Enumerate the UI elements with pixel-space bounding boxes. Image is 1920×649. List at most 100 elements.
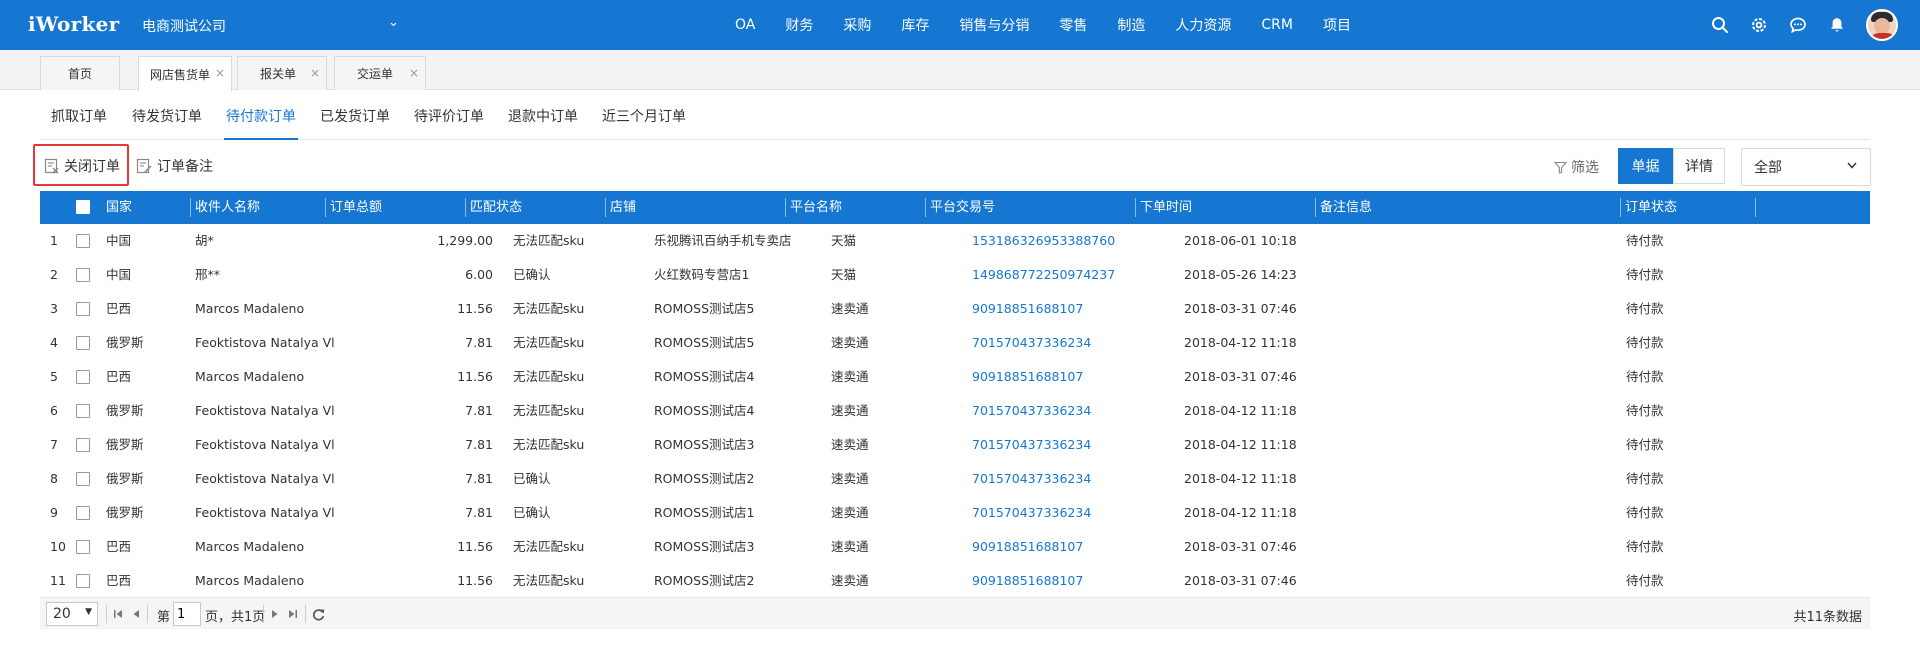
column-header[interactable]: 收件人名称 — [195, 191, 260, 224]
total-count-label: 共11条数据 — [1793, 610, 1862, 625]
column-header[interactable]: 订单状态 — [1625, 191, 1677, 224]
table-row[interactable]: 5 巴西 Marcos Madaleno 11.56 无法匹配sku ROMOSS测试店4… — [40, 360, 1870, 394]
platform-trade-no-cell[interactable]: 701570437336234 — [972, 394, 1172, 428]
sub-tab[interactable]: 抓取订单 — [51, 106, 107, 126]
next-page-icon[interactable] — [267, 606, 283, 622]
nav-item[interactable]: OA — [735, 17, 755, 33]
pager-divider — [305, 605, 306, 623]
table-row[interactable]: 9 俄罗斯 Feoktistova Natalya Vladimirov 7.81 已确… — [40, 496, 1870, 530]
current-page-input[interactable] — [173, 602, 201, 626]
order-total-cell: 7.81 — [465, 403, 493, 418]
sub-tab[interactable]: 待评价订单 — [414, 106, 484, 126]
filter-button[interactable]: 筛选 — [1554, 157, 1599, 177]
prev-page-icon[interactable] — [128, 606, 144, 622]
table-row[interactable]: 10 巴西 Marcos Madaleno 11.56 无法匹配sku ROMOSS测试店… — [40, 530, 1870, 564]
table-row[interactable]: 7 俄罗斯 Feoktistova Natalya Vladimirov 7.81 无法… — [40, 428, 1870, 462]
chevron-down-icon[interactable]: ⌄ — [388, 15, 399, 30]
recipient-cell: Feoktistova Natalya Vladimirov — [195, 437, 335, 452]
column-header[interactable]: 平台交易号 — [930, 191, 995, 224]
column-header[interactable]: 订单总额 — [330, 191, 382, 224]
nav-item[interactable]: 人力资源 — [1175, 15, 1231, 35]
table-row[interactable]: 3 巴西 Marcos Madaleno 11.56 无法匹配sku ROMOSS测试店5… — [40, 292, 1870, 326]
table-row[interactable]: 8 俄罗斯 Feoktistova Natalya Vladimirov 7.81 已确… — [40, 462, 1870, 496]
view-single-button[interactable]: 单据 — [1618, 148, 1673, 184]
table-row[interactable]: 4 俄罗斯 Feoktistova Natalya Vladimirov 7.81 无法… — [40, 326, 1870, 360]
country-cell: 俄罗斯 — [106, 437, 144, 452]
scope-select[interactable]: 全部 — [1741, 148, 1871, 186]
column-divider — [1755, 198, 1756, 217]
nav-item[interactable]: 零售 — [1059, 15, 1087, 35]
page-size-select[interactable]: 20 ▼ — [46, 602, 98, 626]
nav-item[interactable]: 制造 — [1117, 15, 1145, 35]
page-tab-label: 网店售货单 — [149, 67, 210, 82]
platform-cell: 速卖通 — [831, 437, 869, 452]
sub-tab[interactable]: 近三个月订单 — [602, 106, 686, 126]
table-row[interactable]: 2 中国 邢** 6.00 已确认 火红数码专营店1 天猫 14986877225097423… — [40, 258, 1870, 292]
remark-cell — [1360, 394, 1640, 428]
nav-item[interactable]: 销售与分销 — [959, 15, 1029, 35]
view-detail-button[interactable]: 详情 — [1673, 148, 1725, 184]
sub-tab[interactable]: 待付款订单 — [226, 106, 296, 126]
platform-trade-no-cell[interactable]: 90918851688107 — [972, 292, 1172, 326]
table-row[interactable]: 6 俄罗斯 Feoktistova Natalya Vladimirov 7.81 无法… — [40, 394, 1870, 428]
nav-item[interactable]: CRM — [1261, 17, 1293, 33]
gear-icon[interactable] — [1748, 14, 1770, 36]
close-icon[interactable]: × — [215, 66, 225, 80]
page-tab-home[interactable]: 首页 — [40, 56, 120, 90]
user-avatar[interactable] — [1866, 9, 1898, 41]
chat-icon[interactable] — [1787, 14, 1809, 36]
column-header[interactable]: 店铺 — [610, 191, 636, 224]
platform-trade-no-cell[interactable]: 90918851688107 — [972, 360, 1172, 394]
table-row[interactable]: 1 中国 胡* 1,299.00 无法匹配sku 乐视腾讯百纳手机专卖店 天猫 1531863… — [40, 224, 1870, 258]
nav-item[interactable]: 库存 — [901, 15, 929, 35]
platform-trade-no-cell[interactable]: 701570437336234 — [972, 496, 1172, 530]
page-tab-shipping[interactable]: 交运单 × — [334, 56, 426, 90]
order-note-button[interactable]: 订单备注 — [136, 156, 213, 176]
match-status-cell: 已确认 — [513, 267, 551, 282]
column-divider — [605, 198, 606, 217]
store-cell: 乐视腾讯百纳手机专卖店 — [654, 233, 792, 248]
platform-trade-no-cell[interactable]: 90918851688107 — [972, 564, 1172, 598]
platform-trade-no-cell[interactable]: 149868772250974237 — [972, 258, 1172, 292]
app-logo[interactable]: iWorker — [28, 12, 120, 36]
order-status-cell: 待付款 — [1626, 573, 1664, 588]
platform-trade-no-cell[interactable]: 701570437336234 — [972, 326, 1172, 360]
country-cell: 巴西 — [106, 369, 132, 384]
refresh-icon[interactable] — [310, 606, 326, 622]
select-all-checkbox[interactable] — [76, 200, 90, 214]
recipient-cell: Feoktistova Natalya Vladimirov — [195, 471, 335, 486]
column-header[interactable]: 匹配状态 — [470, 191, 522, 224]
last-page-icon[interactable] — [285, 606, 301, 622]
column-header[interactable]: 备注信息 — [1320, 191, 1372, 224]
table-row[interactable]: 11 巴西 Marcos Madaleno 11.56 无法匹配sku ROMOSS测试店… — [40, 564, 1870, 598]
store-cell: ROMOSS测试店3 — [654, 437, 755, 452]
nav-item[interactable]: 项目 — [1323, 15, 1351, 35]
platform-trade-no-cell[interactable]: 153186326953388760 — [972, 224, 1172, 258]
nav-item[interactable]: 采购 — [843, 15, 871, 35]
close-icon[interactable]: × — [310, 66, 320, 80]
sub-tab[interactable]: 待发货订单 — [132, 106, 202, 126]
order-status-cell: 待付款 — [1626, 471, 1664, 486]
row-index-cell: 9 — [50, 505, 58, 520]
recipient-cell: Marcos Madaleno — [195, 573, 305, 588]
main-nav: OA 财务 采购 库存 销售与分销 零售 制造 人力资源 CRM 项目 — [735, 0, 1381, 50]
close-order-button[interactable]: 关闭订单 — [44, 156, 120, 176]
column-header[interactable]: 下单时间 — [1140, 191, 1192, 224]
company-name[interactable]: 电商测试公司 — [142, 16, 226, 36]
bell-icon[interactable] — [1826, 14, 1848, 36]
sub-tab[interactable]: 退款中订单 — [508, 106, 578, 126]
sub-tab[interactable]: 已发货订单 — [320, 106, 390, 126]
nav-item[interactable]: 财务 — [785, 15, 813, 35]
platform-trade-no-cell[interactable]: 701570437336234 — [972, 462, 1172, 496]
first-page-icon[interactable] — [110, 606, 126, 622]
column-header[interactable]: 平台名称 — [790, 191, 842, 224]
column-header[interactable]: 国家 — [106, 191, 132, 224]
search-icon[interactable] — [1709, 14, 1731, 36]
page-tab-online-sales[interactable]: 网店售货单 × — [138, 56, 232, 91]
page-tab-customs[interactable]: 报关单 × — [237, 56, 327, 90]
close-icon[interactable]: × — [409, 66, 419, 80]
store-cell: 火红数码专营店1 — [654, 267, 750, 282]
row-index-cell: 5 — [50, 369, 58, 384]
platform-trade-no-cell[interactable]: 701570437336234 — [972, 428, 1172, 462]
platform-trade-no-cell[interactable]: 90918851688107 — [972, 530, 1172, 564]
